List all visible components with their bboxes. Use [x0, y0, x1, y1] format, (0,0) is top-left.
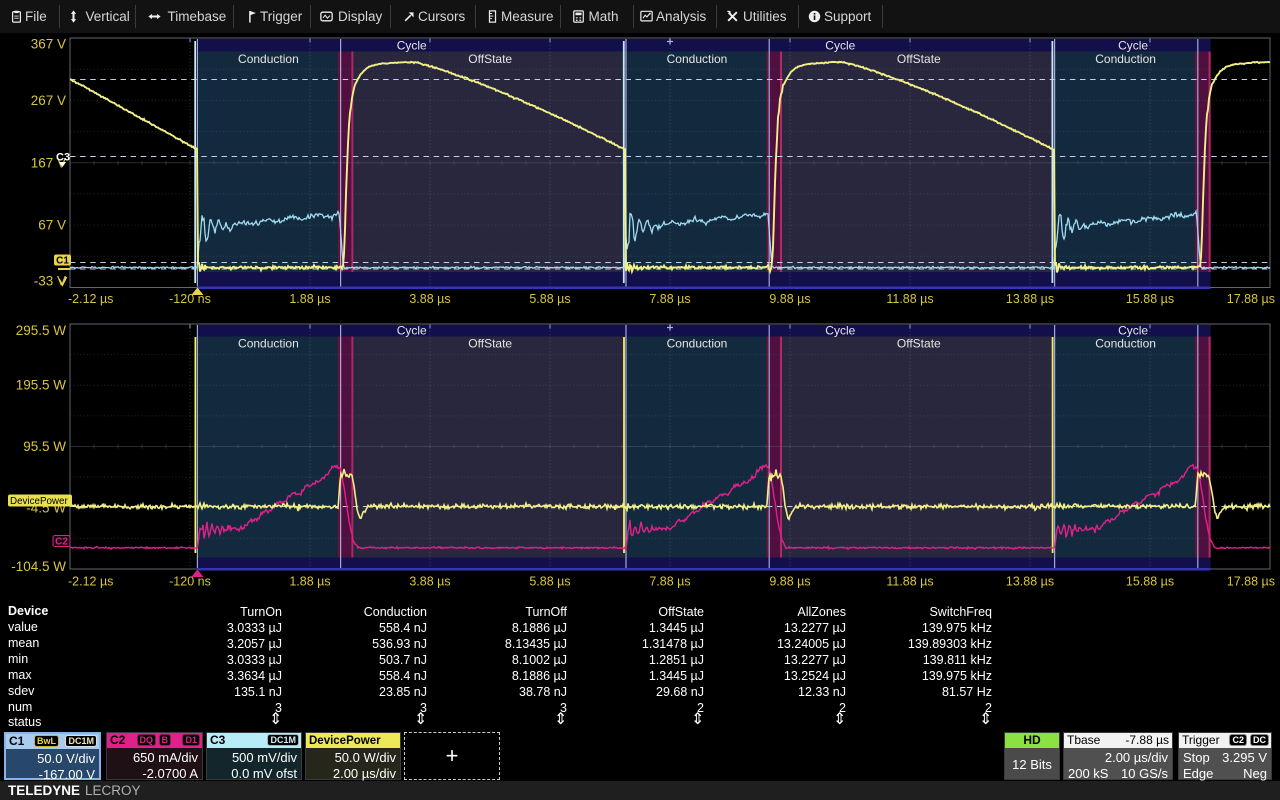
svg-text:Cycle: Cycle	[397, 323, 427, 337]
svg-text:Conduction: Conduction	[1095, 337, 1156, 351]
svg-text:15.88 µs: 15.88 µs	[1126, 292, 1174, 306]
svg-text:11.88 µs: 11.88 µs	[886, 292, 933, 306]
svg-text:OffState: OffState	[897, 337, 941, 351]
svg-text:Conduction: Conduction	[238, 52, 299, 66]
svg-text:Cycle: Cycle	[1118, 38, 1148, 52]
svg-text:OffState: OffState	[897, 52, 941, 66]
svg-text:C1: C1	[56, 256, 69, 267]
svg-text:7.88 µs: 7.88 µs	[649, 575, 690, 589]
svg-text:Conduction: Conduction	[1095, 52, 1156, 66]
svg-text:OffState: OffState	[468, 52, 512, 66]
svg-text:Cycle: Cycle	[397, 38, 427, 52]
svg-text:Cycle: Cycle	[1118, 323, 1148, 337]
svg-text:-120 ns: -120 ns	[169, 575, 211, 589]
svg-text:367 V: 367 V	[31, 37, 66, 52]
svg-text:17.88 µs: 17.88 µs	[1227, 575, 1275, 589]
svg-text:3.88 µs: 3.88 µs	[409, 575, 450, 589]
svg-text:-33 V: -33 V	[34, 274, 66, 289]
svg-text:295.5 W: 295.5 W	[16, 323, 67, 338]
svg-text:-2.12 µs: -2.12 µs	[68, 292, 113, 306]
svg-text:Conduction: Conduction	[667, 337, 728, 351]
svg-text:67 V: 67 V	[38, 218, 66, 233]
svg-text:Conduction: Conduction	[238, 337, 299, 351]
svg-text:OffState: OffState	[468, 337, 512, 351]
svg-text:Cycle: Cycle	[825, 323, 855, 337]
svg-text:-2.12 µs: -2.12 µs	[68, 575, 113, 589]
svg-text:11.88 µs: 11.88 µs	[886, 575, 933, 589]
svg-text:Cycle: Cycle	[825, 38, 855, 52]
svg-text:5.88 µs: 5.88 µs	[529, 292, 570, 306]
svg-text:7.88 µs: 7.88 µs	[649, 292, 690, 306]
svg-text:9.88 µs: 9.88 µs	[769, 292, 810, 306]
svg-text:13.88 µs: 13.88 µs	[1006, 292, 1054, 306]
svg-text:5.88 µs: 5.88 µs	[529, 575, 570, 589]
svg-text:15.88 µs: 15.88 µs	[1126, 575, 1174, 589]
svg-text:C3: C3	[56, 152, 70, 164]
svg-text:-104.5 W: -104.5 W	[11, 559, 66, 574]
svg-text:DevicePower: DevicePower	[10, 496, 68, 507]
svg-text:13.88 µs: 13.88 µs	[1006, 575, 1054, 589]
svg-text:1.88 µs: 1.88 µs	[289, 292, 330, 306]
svg-text:3.88 µs: 3.88 µs	[409, 292, 450, 306]
svg-text:C2: C2	[55, 537, 68, 548]
svg-text:-120 ns: -120 ns	[169, 292, 211, 306]
svg-text:1.88 µs: 1.88 µs	[289, 575, 330, 589]
svg-text:95.5 W: 95.5 W	[23, 439, 66, 454]
svg-text:Conduction: Conduction	[667, 52, 728, 66]
svg-text:9.88 µs: 9.88 µs	[769, 575, 810, 589]
svg-text:267 V: 267 V	[31, 93, 66, 108]
svg-text:17.88 µs: 17.88 µs	[1227, 292, 1275, 306]
svg-text:195.5 W: 195.5 W	[16, 378, 67, 393]
